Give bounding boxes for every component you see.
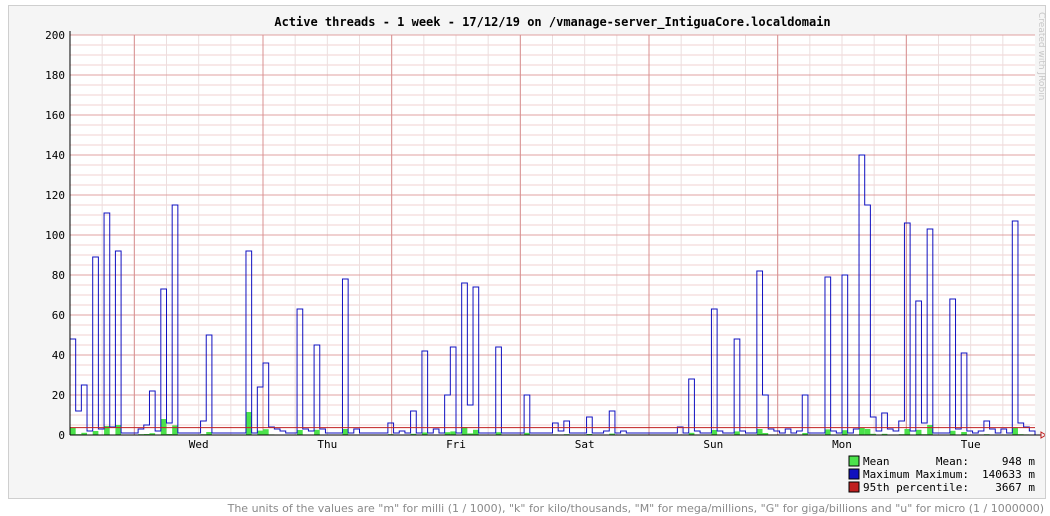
mean-bar: [711, 430, 718, 435]
legend-name-mean: Mean: [863, 455, 890, 468]
y-tick-label: 20: [52, 389, 65, 402]
mean-bar: [949, 430, 956, 435]
mean-bar: [927, 425, 933, 435]
x-tick-label: Fri: [446, 438, 466, 451]
legend-swatch-mean: [848, 455, 860, 467]
y-tick-label: 60: [52, 309, 65, 322]
y-tick-label: 140: [45, 149, 65, 162]
mean-bar: [450, 431, 456, 435]
legend-stat-label-max: Maximum:: [916, 468, 969, 481]
x-axis-arrow-icon: [1040, 431, 1045, 439]
mean-bar: [172, 425, 178, 435]
mean-bar: [160, 419, 167, 435]
mean-bar: [842, 430, 848, 435]
mean-bar: [864, 429, 871, 435]
mean-bar: [473, 429, 479, 435]
y-tick-label: 0: [58, 429, 65, 442]
mean-bar: [1012, 427, 1018, 435]
mean-bar: [904, 429, 911, 435]
mean-bar: [70, 428, 76, 435]
chart-title: Active threads - 1 week - 17/12/19 on /v…: [274, 15, 830, 30]
x-tick-label: Wed: [189, 438, 209, 451]
legend-name-max: Maximum: [863, 468, 910, 481]
legend-name-p95: 95th percentile: [863, 481, 962, 494]
mean-bar: [245, 412, 252, 435]
chart-svg: 0 20 40 60 80 100 120 140 160 180 200 Wed Thu Fri Sat S…: [45, 15, 1045, 494]
mean-bar: [824, 429, 831, 435]
mean-bar: [342, 429, 349, 435]
y-tick-label: 80: [52, 269, 65, 282]
mean-bar: [115, 425, 122, 435]
legend-value-mean: 948 m: [1002, 455, 1035, 468]
y-tick-label: 40: [52, 349, 65, 362]
legend-stat-label-mean: Mean:: [936, 455, 969, 468]
y-tick-label: 100: [45, 229, 65, 242]
legend-swatch-p95: [848, 481, 860, 493]
mean-bar: [314, 429, 320, 435]
mean-bar: [257, 430, 263, 435]
y-tick-label: 180: [45, 69, 65, 82]
y-tick-label: 160: [45, 109, 65, 122]
mean-bar: [297, 430, 303, 435]
legend-stat-label-p95: :: [962, 481, 969, 494]
legend-value-p95: 3667 m: [995, 481, 1035, 494]
legend-value-max: 140633 m: [982, 468, 1035, 481]
mean-bar: [756, 429, 763, 435]
mean-bar: [461, 427, 468, 435]
mean-bar: [734, 431, 740, 435]
x-tick-label: Tue: [961, 438, 981, 451]
legend-swatch-max: [848, 468, 860, 480]
x-tick-label: Mon: [832, 438, 852, 451]
chart-frame: 0 20 40 60 80 100 120 140 160 180 200 Wed Thu Fri Sat S…: [8, 5, 1046, 499]
mean-bar: [915, 429, 922, 435]
units-note: The units of the values are "m" for mill…: [227, 502, 1044, 515]
mean-bar: [859, 428, 865, 435]
y-tick-label: 120: [45, 189, 65, 202]
mean-bar: [263, 429, 269, 435]
x-tick-label: Thu: [317, 438, 337, 451]
x-tick-label: Sun: [703, 438, 723, 451]
mean-bar: [92, 431, 99, 435]
y-tick-label: 200: [45, 29, 65, 42]
x-tick-label: Sat: [575, 438, 595, 451]
credit-text: Created with JRobin: [1036, 12, 1046, 101]
